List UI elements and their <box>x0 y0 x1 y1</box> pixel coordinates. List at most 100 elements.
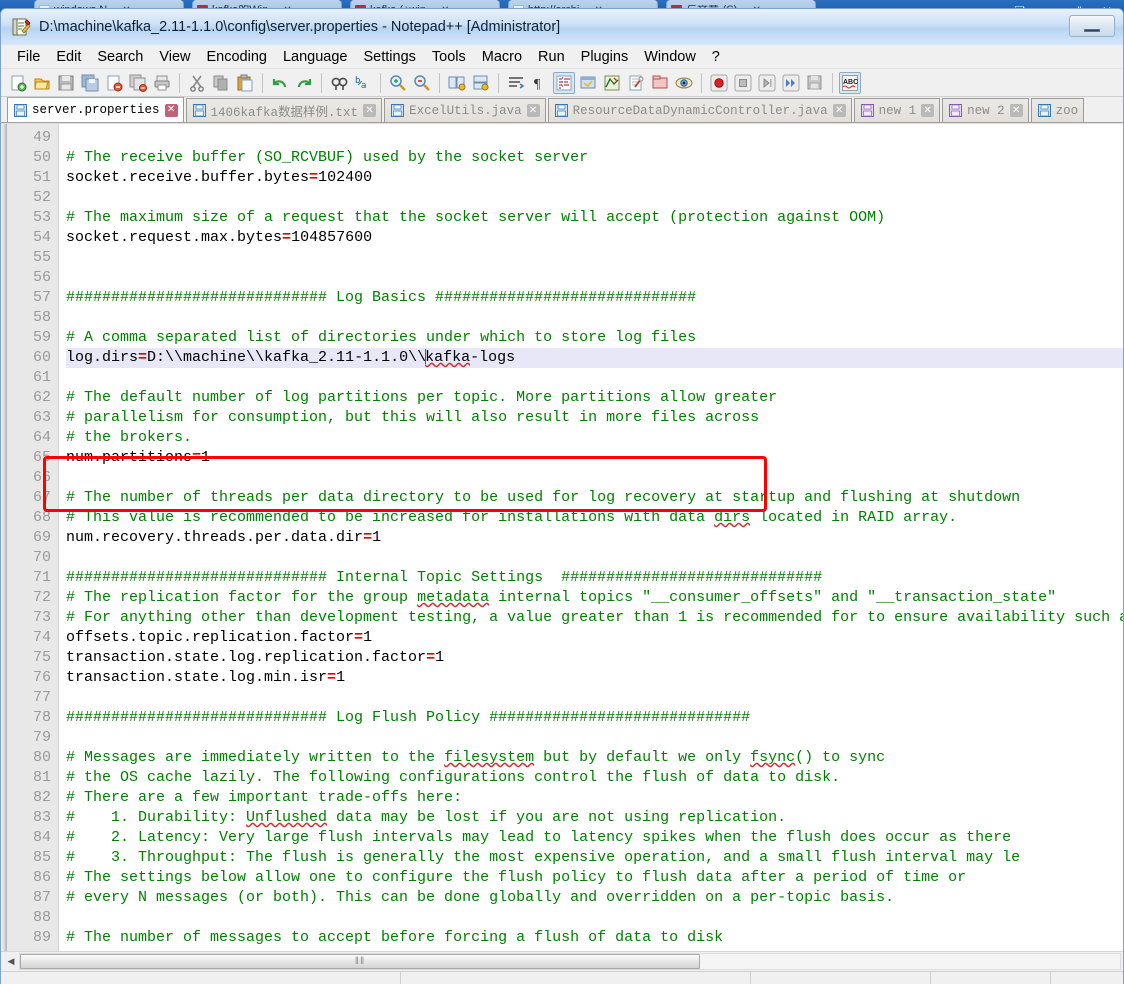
close-icon[interactable]: ✕ <box>526 104 540 117</box>
code-line[interactable]: ############################# Internal T… <box>66 568 1123 588</box>
menu-help[interactable]: ? <box>704 47 728 67</box>
show-indent-guide-icon[interactable] <box>553 71 575 94</box>
doctab-zoo[interactable]: zoo <box>1030 98 1085 122</box>
document-map-icon[interactable] <box>601 72 623 94</box>
menu-encoding[interactable]: Encoding <box>199 47 275 67</box>
function-list-icon[interactable] <box>625 72 647 94</box>
code-line[interactable]: # A comma separated list of directories … <box>66 328 1123 348</box>
code-line[interactable]: # The number of threads per data directo… <box>66 488 1123 508</box>
code-line[interactable]: ############################# Log Flush … <box>66 708 1123 728</box>
code-line[interactable]: log.dirs=D:\\machine\\kafka_2.11-1.1.0\\… <box>66 348 1123 368</box>
code-line[interactable] <box>66 248 1123 268</box>
close-icon[interactable]: ✕ <box>1009 104 1023 117</box>
word-wrap-icon[interactable] <box>505 72 527 94</box>
scrollbar-thumb[interactable]: ‖‖ <box>20 954 700 969</box>
code-line[interactable]: num.partitions=1 <box>66 448 1123 468</box>
macro-run-multiple-icon[interactable] <box>780 72 802 94</box>
code-line[interactable]: # the brokers. <box>66 428 1123 448</box>
code-line[interactable]: # 2. Latency: Very large flush intervals… <box>66 828 1123 848</box>
code-line[interactable] <box>66 128 1123 148</box>
code-line[interactable]: # The settings below allow one to config… <box>66 868 1123 888</box>
zoom-in-icon[interactable] <box>387 72 409 94</box>
minimize-button[interactable] <box>1069 15 1115 37</box>
sync-horizontal-scroll-icon[interactable] <box>470 72 492 94</box>
find-icon[interactable] <box>328 72 350 94</box>
menu-macro[interactable]: Macro <box>474 47 530 67</box>
code-line[interactable] <box>66 188 1123 208</box>
undo-icon[interactable] <box>269 72 291 94</box>
code-line[interactable]: # parallelism for consumption, but this … <box>66 408 1123 428</box>
save-icon[interactable] <box>55 72 77 94</box>
menu-plugins[interactable]: Plugins <box>573 47 637 67</box>
show-all-characters-icon[interactable]: ¶ <box>529 72 551 94</box>
doctab-new-1[interactable]: new 1 ✕ <box>853 98 941 122</box>
menu-view[interactable]: View <box>151 47 198 67</box>
code-line[interactable]: # every N messages (or both). This can b… <box>66 888 1123 908</box>
zoom-out-icon[interactable] <box>411 72 433 94</box>
folder-workspace-icon[interactable] <box>649 72 671 94</box>
code-line[interactable]: # The replication factor for the group m… <box>66 588 1123 608</box>
menu-edit[interactable]: Edit <box>48 47 89 67</box>
code-line[interactable] <box>66 308 1123 328</box>
code-line[interactable]: transaction.state.log.replication.factor… <box>66 648 1123 668</box>
save-all-icon[interactable] <box>79 72 101 94</box>
code-line[interactable]: transaction.state.log.min.isr=1 <box>66 668 1123 688</box>
code-line[interactable]: # The receive buffer (SO_RCVBUF) used by… <box>66 148 1123 168</box>
macro-play-icon[interactable] <box>756 72 778 94</box>
code-text[interactable]: # The receive buffer (SO_RCVBUF) used by… <box>59 124 1123 951</box>
code-line[interactable]: # This value is recommended to be increa… <box>66 508 1123 528</box>
code-line[interactable]: # Messages are immediately written to th… <box>66 748 1123 768</box>
scroll-left-arrow-icon[interactable]: ◀ <box>3 954 19 970</box>
code-line[interactable]: offsets.topic.replication.factor=1 <box>66 628 1123 648</box>
code-line[interactable]: # The maximum size of a request that the… <box>66 208 1123 228</box>
doctab-resourcedatadynamiccontroller-java[interactable]: ResourceDataDynamicController.java ✕ <box>547 98 852 122</box>
monitoring-icon[interactable] <box>673 72 695 94</box>
close-icon[interactable]: ✕ <box>363 104 377 117</box>
menu-window[interactable]: Window <box>636 47 704 67</box>
code-line[interactable]: # the OS cache lazily. The following con… <box>66 768 1123 788</box>
editor-area[interactable]: 49 50 51 52 53 54 55 56 57 58 59 60 61 62 63 64 65 66 67 68… <box>1 123 1123 951</box>
code-line[interactable] <box>66 908 1123 928</box>
macro-save-icon[interactable] <box>804 72 826 94</box>
close-file-icon[interactable] <box>103 72 125 94</box>
user-defined-dialog-icon[interactable] <box>577 72 599 94</box>
scrollbar-track[interactable]: ‖‖ <box>19 953 1121 970</box>
redo-icon[interactable] <box>293 72 315 94</box>
code-line[interactable]: socket.request.max.bytes=104857600 <box>66 228 1123 248</box>
close-icon[interactable]: ✕ <box>921 104 935 117</box>
code-line[interactable]: ############################# Log Basics… <box>66 288 1123 308</box>
open-file-icon[interactable] <box>31 72 53 94</box>
close-icon[interactable]: ✕ <box>164 103 178 117</box>
macro-record-icon[interactable] <box>708 72 730 94</box>
code-line[interactable] <box>66 368 1123 388</box>
doctab-1406kafka-sample[interactable]: 1406kafka数据样例.txt ✕ <box>185 98 383 122</box>
code-line[interactable]: # 1. Durability: Unflushed data may be l… <box>66 808 1123 828</box>
code-line[interactable]: # The number of messages to accept befor… <box>66 928 1123 948</box>
menu-file[interactable]: File <box>9 47 48 67</box>
new-file-icon[interactable] <box>7 72 29 94</box>
menu-tools[interactable]: Tools <box>424 47 474 67</box>
doctab-excelutils-java[interactable]: ExcelUtils.java ✕ <box>384 98 546 122</box>
code-line[interactable]: # For anything other than development te… <box>66 608 1123 628</box>
macro-stop-icon[interactable] <box>732 72 754 94</box>
cut-icon[interactable] <box>186 72 208 94</box>
menu-run[interactable]: Run <box>530 47 573 67</box>
horizontal-scrollbar[interactable]: ◀ ‖‖ <box>1 951 1123 971</box>
close-all-icon[interactable] <box>127 72 149 94</box>
code-line[interactable]: # The default number of log partitions p… <box>66 388 1123 408</box>
replace-icon[interactable]: ba <box>352 72 374 94</box>
sync-vertical-scroll-icon[interactable] <box>446 72 468 94</box>
menu-settings[interactable]: Settings <box>355 47 423 67</box>
copy-icon[interactable] <box>210 72 232 94</box>
code-line[interactable] <box>66 268 1123 288</box>
close-icon[interactable]: ✕ <box>832 104 846 117</box>
code-line[interactable]: socket.receive.buffer.bytes=102400 <box>66 168 1123 188</box>
code-line[interactable] <box>66 468 1123 488</box>
menu-language[interactable]: Language <box>275 47 356 67</box>
code-line[interactable]: num.recovery.threads.per.data.dir=1 <box>66 528 1123 548</box>
code-line[interactable] <box>66 728 1123 748</box>
code-line[interactable]: # There are a few important trade-offs h… <box>66 788 1123 808</box>
doctab-new-2[interactable]: new 2 ✕ <box>942 98 1029 122</box>
code-line[interactable]: # 3. Throughput: The flush is generally … <box>66 848 1123 868</box>
spell-check-icon[interactable]: ABC <box>839 71 861 94</box>
